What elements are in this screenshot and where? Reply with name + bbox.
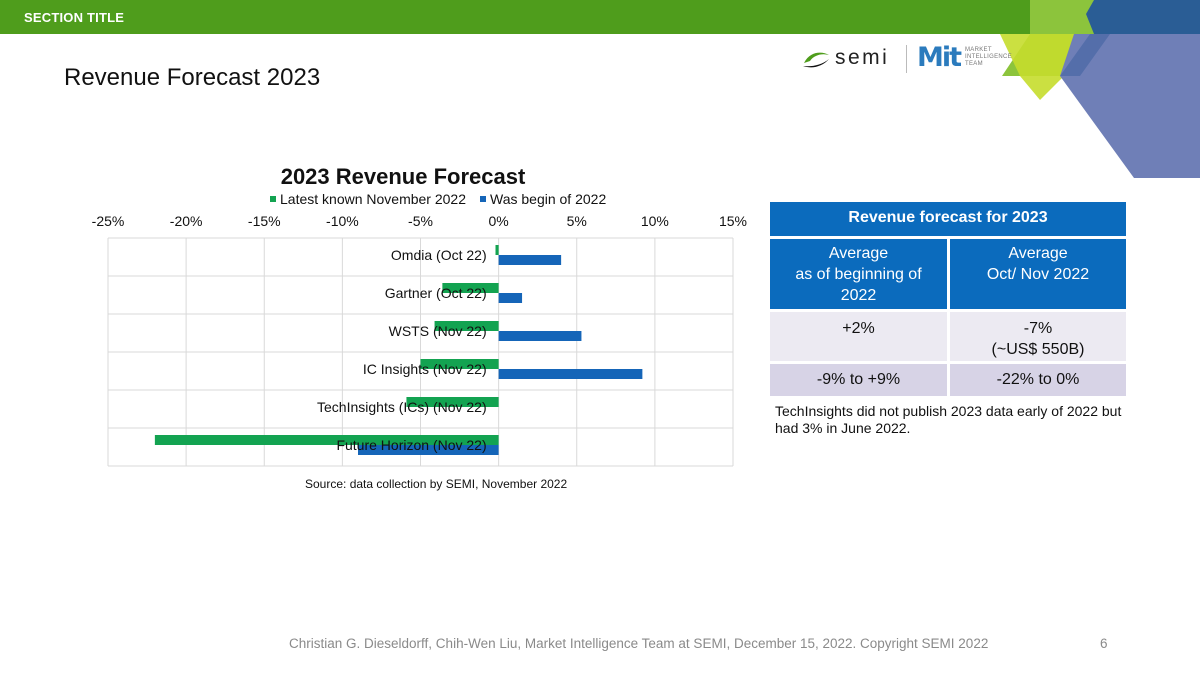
table-cell-range-begin: -9% to +9% [770,364,947,396]
header-begin-line-1: Average [828,245,889,262]
legend-label: Was begin of 2022 [490,191,606,207]
bar-latest-0 [495,245,499,255]
x-tick-label: -20% [170,213,203,229]
chart-legend: Latest known November 2022 Was begin of 2… [270,191,606,207]
mit-logo-text: MARKET INTELLIGENCE TEAM [965,47,1035,68]
x-tick-label: 0% [489,213,509,229]
table-cell-average-begin: +2% [770,312,947,361]
footer-text: Christian G. Dieseldorff, Chih-Wen Liu, … [289,636,989,651]
logo-divider [906,45,907,73]
header-octnov-line-1: Average [1008,245,1068,262]
category-label: IC Insights (Nov 22) [363,361,487,377]
table-cell-range-octnov: -22% to 0% [950,364,1126,396]
bar-begin-2 [498,331,582,341]
table-cell-value: -7% [1023,320,1053,337]
legend-label: Latest known November 2022 [280,191,466,207]
forecast-table-note: TechInsights did not publish 2023 data e… [775,403,1122,436]
x-tick-label: -5% [408,213,433,229]
category-label: Gartner (Oct 22) [385,285,487,301]
chart-title: 2023 Revenue Forecast [281,164,526,189]
page-title: Revenue Forecast 2023 [64,64,321,91]
x-tick-label: 5% [567,213,587,229]
header-cell-begin-2022: Average as of beginning of 2022 [770,239,947,309]
header-cell-oct-nov-2022: Average Oct/ Nov 2022 [950,239,1126,309]
chart-grid [107,237,734,467]
semi-logo-text: semi [835,46,890,69]
category-label: Future Horizon (Nov 22) [336,437,486,453]
x-tick-label: -15% [248,213,281,229]
mit-logo: Mit [917,42,962,73]
forecast-table-header-row: Average as of beginning of 2022 Average … [770,239,1126,309]
forecast-table-title: Revenue forecast for 2023 [770,202,1126,236]
revenue-forecast-chart: 2023 Revenue Forecast Latest known Novem… [92,164,747,467]
forecast-table: Revenue forecast for 2023 Average as of … [770,202,1126,396]
chart-source-note: Source: data collection by SEMI, Novembe… [305,477,568,491]
deco-dark-blue-shape [1086,0,1200,34]
table-cell-value: +2% [842,320,875,337]
x-tick-label: -10% [326,213,359,229]
bar-begin-1 [498,293,523,303]
header-begin-line-3: 2022 [840,287,877,304]
category-label: WSTS (Nov 22) [389,323,487,339]
page-number: 6 [1100,636,1108,651]
legend-swatch [480,196,486,202]
legend-swatch [270,196,276,202]
category-label: TechInsights (ICs) (Nov 22) [317,399,487,415]
mit-text-line-3: TEAM [965,61,983,67]
bar-begin-0 [498,255,562,265]
table-cell-subvalue: (~US$ 550B) [991,341,1085,358]
x-tick-label: 10% [641,213,669,229]
table-cell-average-octnov: -7% (~US$ 550B) [950,312,1126,361]
mit-text-line-1: MARKET [965,47,992,53]
x-tick-label: -25% [92,213,125,229]
semi-logo-swoosh-icon [803,52,829,68]
x-axis-ticks: -25% -20% -15% -10% -5% 0% 5% 10% 15% [92,213,747,229]
header-begin-line-2: as of beginning of [795,266,922,283]
bar-begin-3 [498,369,643,379]
table-cell-value: -22% to 0% [996,371,1080,388]
category-label: Omdia (Oct 22) [391,247,487,263]
x-tick-label: 15% [719,213,747,229]
mit-text-line-2: INTELLIGENCE [965,54,1012,60]
header-octnov-line-2: Oct/ Nov 2022 [986,266,1090,283]
forecast-table-row: +2% -7% (~US$ 550B) [770,312,1126,361]
table-cell-value: -9% to +9% [816,371,901,388]
forecast-table-row: -9% to +9% -22% to 0% [770,364,1126,396]
